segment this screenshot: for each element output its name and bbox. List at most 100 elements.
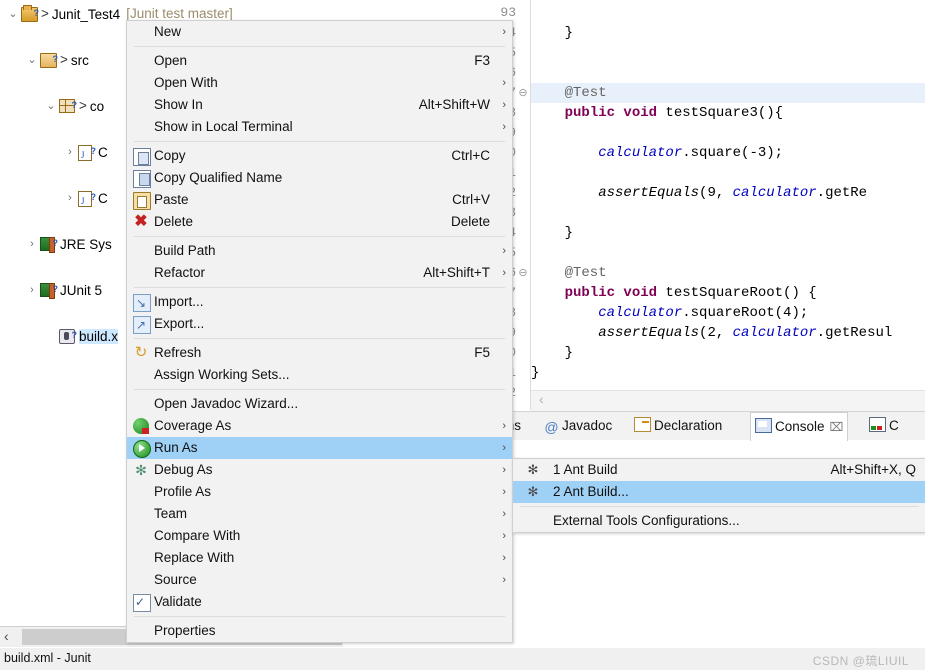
- menu-item-show-in-local-terminal[interactable]: Show in Local Terminal ›: [127, 116, 512, 138]
- menu-item-copy[interactable]: Copy Ctrl+C: [127, 145, 512, 167]
- menu-item-shortcut: Ctrl+C: [451, 148, 490, 163]
- menu-item-shortcut: Alt+Shift+T: [423, 265, 490, 280]
- menu-item-label: Copy Qualified Name: [154, 170, 283, 185]
- code-line[interactable]: }: [531, 363, 539, 383]
- menu-item-team[interactable]: Team ›: [127, 503, 512, 525]
- code-line[interactable]: }: [531, 223, 573, 243]
- tab-c[interactable]: C: [865, 412, 903, 440]
- tab-console[interactable]: Console ⌧: [750, 412, 849, 441]
- submenu-item-external-tools-configurations[interactable]: External Tools Configurations...: [513, 510, 925, 532]
- fold-collapse-icon[interactable]: ⊖: [517, 83, 529, 103]
- menu-item-source[interactable]: Source ›: [127, 569, 512, 591]
- code-token: calculator: [598, 305, 683, 321]
- ant-icon: ✻: [527, 484, 539, 499]
- submenu-item-1-ant-build[interactable]: ✻ 1 Ant Build Alt+Shift+X, Q: [513, 459, 925, 481]
- fold-collapse-icon[interactable]: ⊖: [517, 263, 529, 283]
- menu-item-shortcut: Delete: [450, 214, 490, 229]
- tab-label: Declaration: [654, 418, 723, 433]
- code-token: }: [531, 345, 574, 361]
- chevron-right-icon[interactable]: ›: [63, 141, 77, 164]
- editor-horizontal-scrollbar[interactable]: ‹: [531, 390, 925, 411]
- chevron-right-icon[interactable]: ›: [25, 233, 39, 256]
- code-line[interactable]: calculator.squareRoot(4);: [531, 303, 808, 323]
- menu-item-paste[interactable]: Paste Ctrl+V: [127, 189, 512, 211]
- code-editor[interactable]: 9394959697⊖9899100101102103104105106⊖107…: [480, 0, 925, 411]
- menu-item-shortcut: F3: [474, 53, 490, 68]
- ant-file-icon: ?: [58, 328, 77, 345]
- close-icon[interactable]: ⌧: [830, 420, 844, 434]
- menu-item-new[interactable]: New ›: [127, 21, 512, 43]
- scroll-left-icon[interactable]: ‹: [539, 391, 544, 407]
- menu-item-label: Build Path: [154, 243, 216, 258]
- project-context-menu[interactable]: New › Open F3 Open With › Show In Alt+Shift+W › S…: [126, 20, 513, 643]
- menu-item-build-path[interactable]: Build Path ›: [127, 240, 512, 262]
- menu-item-open[interactable]: Open F3: [127, 50, 512, 72]
- library-icon: ?: [39, 282, 58, 300]
- menu-item-label: Run As: [154, 440, 198, 455]
- export-icon: [133, 314, 151, 336]
- chevron-right-icon[interactable]: ›: [25, 279, 39, 302]
- scroll-left-icon[interactable]: ‹: [4, 628, 9, 644]
- copy-qualified-name-icon: [133, 170, 151, 188]
- menu-item-open-javadoc-wizard[interactable]: Open Javadoc Wizard...: [127, 393, 512, 415]
- menu-item-debug-as[interactable]: ✻ Debug As ›: [127, 459, 512, 481]
- menu-item-export[interactable]: Export...: [127, 313, 512, 336]
- menu-item-profile-as[interactable]: Profile As ›: [127, 481, 512, 503]
- editor-code-area[interactable]: } @Test public void testSquare3(){ calcu…: [531, 0, 925, 410]
- code-line[interactable]: assertEquals(2, calculator.getResul: [531, 323, 892, 343]
- menu-item-copy-qualified-name[interactable]: Copy Qualified Name: [127, 167, 512, 189]
- menu-item-coverage-as[interactable]: Coverage As ›: [127, 415, 512, 437]
- menu-item-import[interactable]: Import...: [127, 291, 512, 314]
- menu-item-label: Show in Local Terminal: [154, 119, 293, 134]
- menu-item-properties[interactable]: Properties: [127, 620, 512, 642]
- menu-item-validate[interactable]: Validate: [127, 591, 512, 613]
- chevron-right-icon: ›: [502, 442, 506, 454]
- debug-icon: ✻: [135, 462, 147, 478]
- code-line[interactable]: }: [531, 343, 573, 363]
- code-line[interactable]: public void testSquareRoot() {: [531, 283, 817, 303]
- import-icon: [133, 292, 151, 314]
- menu-separator: [134, 287, 505, 288]
- menu-item-label: Properties: [154, 623, 216, 638]
- run-as-submenu[interactable]: ✻ 1 Ant Build Alt+Shift+X, Q ✻ 2 Ant Build..…: [512, 458, 925, 533]
- chevron-down-icon[interactable]: ⌄: [6, 3, 20, 26]
- menu-item-label: Paste: [154, 192, 189, 207]
- menu-item-label: Profile As: [154, 484, 212, 499]
- submenu-item-2-ant-build[interactable]: ✻ 2 Ant Build...: [513, 481, 925, 503]
- tab-javadoc[interactable]: @ Javadoc: [540, 412, 616, 440]
- menu-item-replace-with[interactable]: Replace With ›: [127, 547, 512, 569]
- java-file-icon: ?: [77, 190, 96, 213]
- view-tab-strip[interactable]: Problems@JavadocDeclarationConsole⌧C: [464, 412, 925, 441]
- code-line[interactable]: @Test: [531, 83, 607, 103]
- menu-separator: [134, 236, 505, 237]
- menu-item-shortcut: Alt+Shift+W: [418, 97, 490, 112]
- chevron-right-icon[interactable]: ›: [63, 187, 77, 210]
- chevron-down-icon[interactable]: ⌄: [44, 95, 58, 118]
- decoration-icon: ?: [90, 146, 97, 157]
- menu-item-open-with[interactable]: Open With ›: [127, 72, 512, 94]
- code-line[interactable]: }: [531, 23, 573, 43]
- menu-item-label: Refactor: [154, 265, 206, 280]
- code-token: assertEquals: [598, 185, 700, 201]
- code-line[interactable]: assertEquals(9, calculator.getRe: [531, 183, 867, 203]
- code-token: @Test: [531, 265, 607, 281]
- menu-item-assign-working-sets[interactable]: Assign Working Sets...: [127, 364, 512, 386]
- menu-item-compare-with[interactable]: Compare With ›: [127, 525, 512, 547]
- menu-item-shortcut: Ctrl+V: [452, 192, 490, 207]
- menu-item-run-as[interactable]: Run As ›: [127, 437, 512, 459]
- code-line[interactable]: calculator.square(-3);: [531, 143, 783, 163]
- code-token: @Test: [531, 85, 607, 101]
- code-line[interactable]: public void testSquare3(){: [531, 103, 783, 123]
- code-line[interactable]: @Test: [531, 263, 607, 283]
- menu-item-delete[interactable]: ✖ Delete Delete: [127, 211, 512, 233]
- menu-item-show-in[interactable]: Show In Alt+Shift+W ›: [127, 94, 512, 116]
- menu-item-label: Export...: [154, 316, 205, 331]
- menu-item-refresh[interactable]: ↻ Refresh F5: [127, 342, 512, 364]
- chevron-down-icon[interactable]: ⌄: [25, 49, 39, 72]
- tab-declaration[interactable]: Declaration: [630, 412, 726, 440]
- menu-item-label: Validate: [154, 594, 202, 609]
- tab-label: C: [889, 418, 899, 433]
- menu-item-refactor[interactable]: Refactor Alt+Shift+T ›: [127, 262, 512, 284]
